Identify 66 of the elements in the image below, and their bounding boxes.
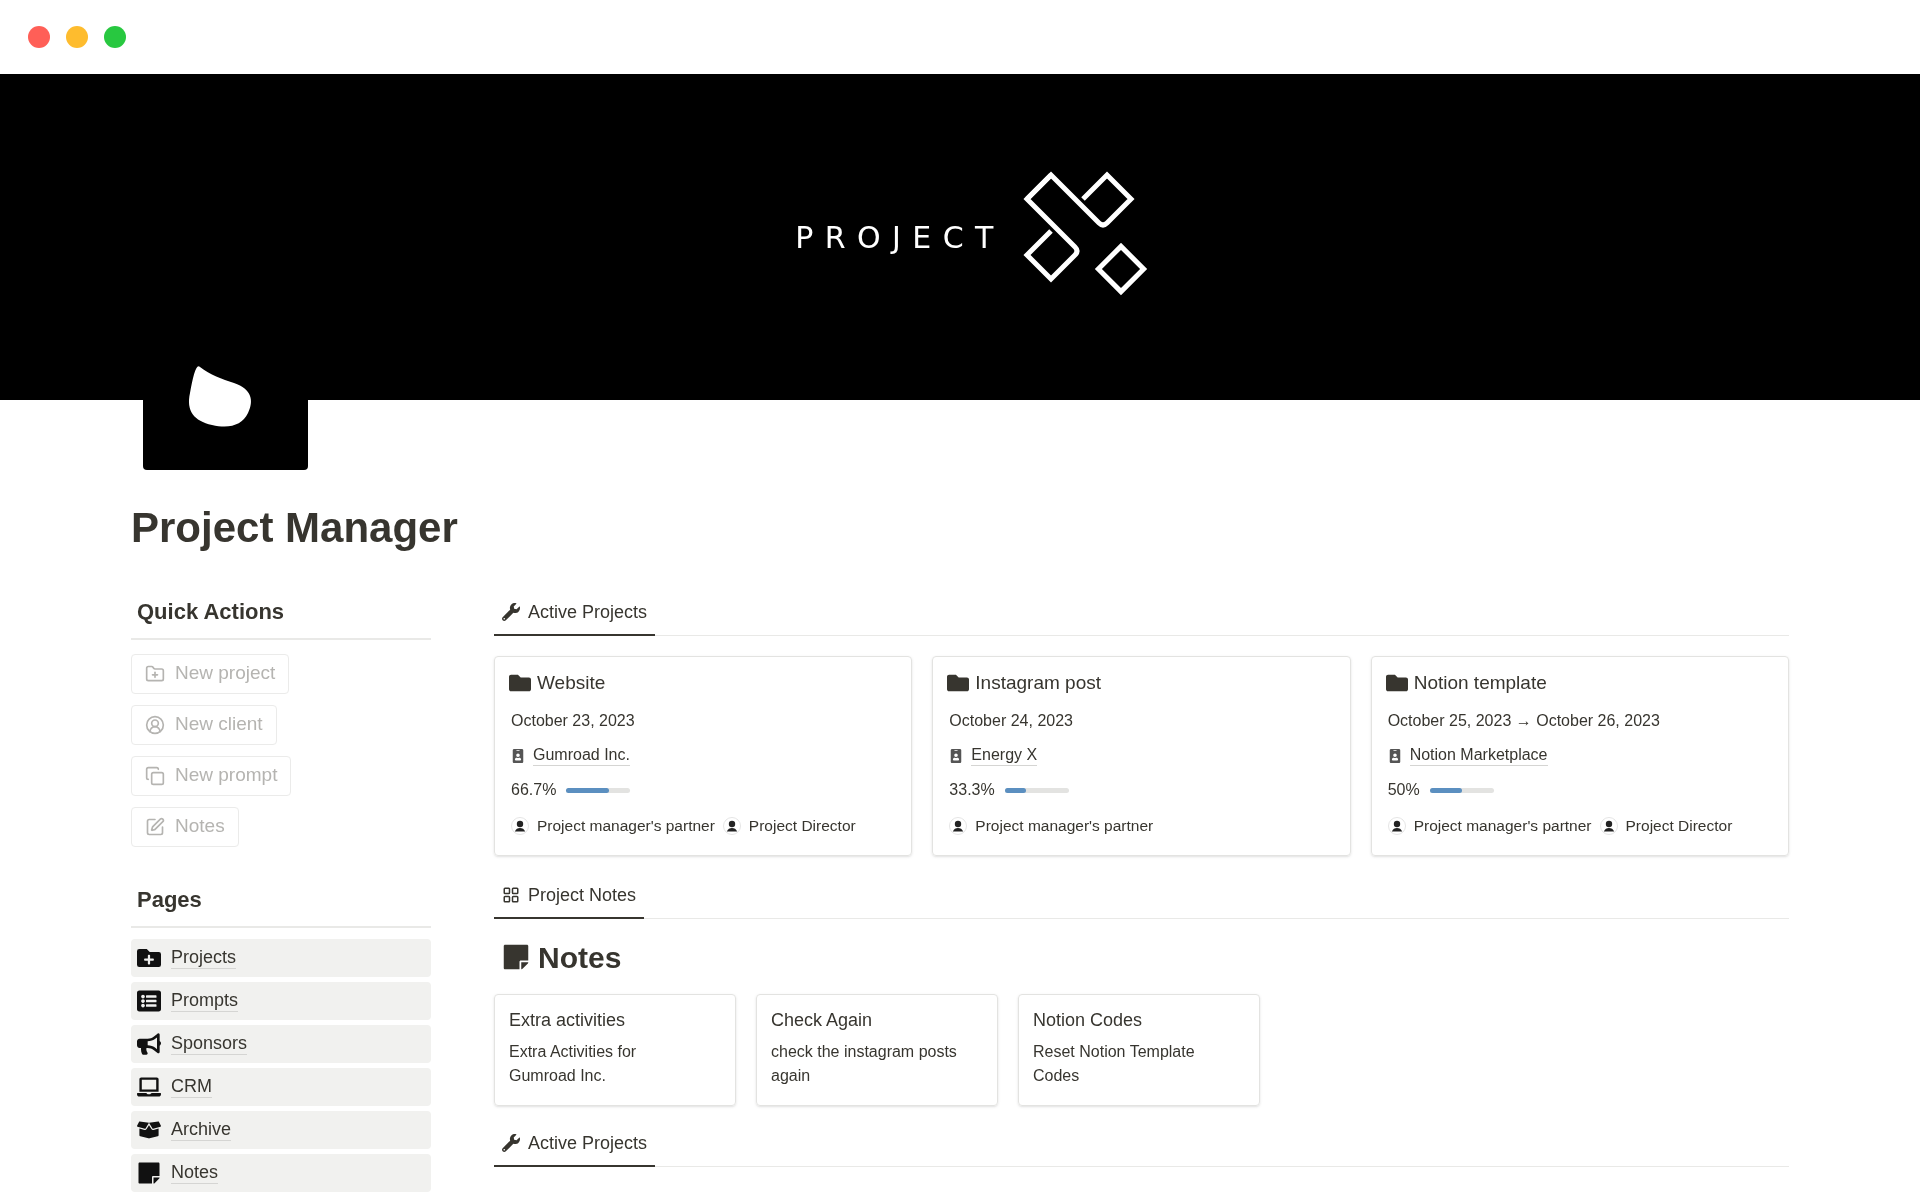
view-tab[interactable]: Project Notes (494, 877, 645, 919)
badge-icon (511, 748, 525, 763)
person-name: Project manager's partner (975, 816, 1154, 836)
page-link[interactable]: Prompts (131, 981, 431, 1020)
close-button[interactable] (28, 26, 50, 48)
note-text: Extra Activities for Gumroad Inc. (509, 1041, 638, 1086)
client-link[interactable]: Gumroad Inc. (533, 745, 630, 766)
note-title: Notion Codes (1033, 1008, 1144, 1032)
note-card[interactable]: Check Again check the instagram posts again (756, 993, 998, 1106)
card-title: Notion template (1413, 670, 1547, 695)
date-text: October 25, 2023 → October 26, 2023 (1386, 711, 1661, 731)
project-card[interactable]: Website October 23, 2023 Gumroad Inc. 66.7% Project manager's partner Project Director (494, 655, 913, 856)
note-title: Check Again (771, 1008, 874, 1032)
grid-icon (502, 886, 520, 904)
note-title: Extra activities (509, 1008, 627, 1032)
progress-text: 33.3% (949, 780, 995, 800)
note-card[interactable]: Notion Codes Reset Notion Template Codes (1018, 993, 1260, 1106)
person-name: Project Director (748, 816, 856, 836)
notepad-icon (137, 1160, 161, 1185)
page-link[interactable]: Notes (131, 1153, 431, 1192)
list-icon (137, 988, 161, 1013)
badge-icon (949, 748, 964, 763)
section-heading: Quick Actions (131, 594, 431, 640)
edit-icon (145, 816, 165, 837)
person-name: Project manager's partner (537, 816, 715, 836)
project-card[interactable]: Notion template October 25, 2023 → October 26, 2023 Notion Marketplace 50% Project manager's partner Project Director (1370, 655, 1789, 856)
person-name: Project manager's partner (1413, 816, 1592, 836)
copy-icon (145, 765, 165, 786)
notepad-icon (502, 943, 530, 971)
card-title: Website (537, 670, 606, 695)
wrench-icon (502, 1134, 520, 1152)
laptop-icon (137, 1074, 161, 1099)
page-title: Project Manager (131, 503, 459, 553)
wrench-icon (502, 603, 520, 621)
section-heading: Pages (131, 882, 431, 928)
avatar-icon (1387, 816, 1406, 835)
note-text: check the instagram posts again (771, 1041, 958, 1086)
project-card[interactable]: Instagram post October 24, 2023 Energy X 33.3% Project manager's partner (932, 655, 1351, 856)
note-text: Reset Notion Template Codes (1033, 1041, 1196, 1086)
client-link[interactable]: Energy X (971, 745, 1038, 766)
avatar-icon (1599, 816, 1618, 835)
date-text: October 24, 2023 (948, 711, 1074, 731)
notes-heading: Notes (538, 939, 622, 976)
logo-text: PROJECT (795, 218, 1005, 257)
page-link[interactable]: Sponsors (131, 1024, 431, 1063)
note-card[interactable]: Extra activities Extra Activities for Gumroad Inc. (494, 993, 736, 1106)
page-link[interactable]: CRM (131, 1067, 431, 1106)
progress-text: 66.7% (511, 780, 557, 800)
user-circle-icon (145, 714, 165, 735)
date-text: October 23, 2023 (510, 711, 636, 731)
avatar-icon (722, 816, 741, 835)
avatar-icon (511, 816, 529, 835)
badge-icon (1387, 748, 1402, 763)
avatar-icon (949, 816, 968, 835)
page-link[interactable]: Archive (131, 1110, 431, 1149)
person-name: Project Director (1625, 816, 1733, 836)
page-link[interactable]: Projects (131, 938, 431, 977)
client-link[interactable]: Notion Marketplace (1409, 745, 1548, 766)
card-title: Instagram post (975, 670, 1101, 695)
folder-plus-icon (145, 663, 165, 684)
zoom-button[interactable] (104, 26, 126, 48)
progress-text: 50% (1387, 780, 1420, 800)
view-tab[interactable]: Active Projects (494, 1125, 656, 1167)
view-tab[interactable]: Active Projects (494, 594, 656, 636)
megaphone-icon (137, 1031, 161, 1056)
minimize-button[interactable] (66, 26, 88, 48)
